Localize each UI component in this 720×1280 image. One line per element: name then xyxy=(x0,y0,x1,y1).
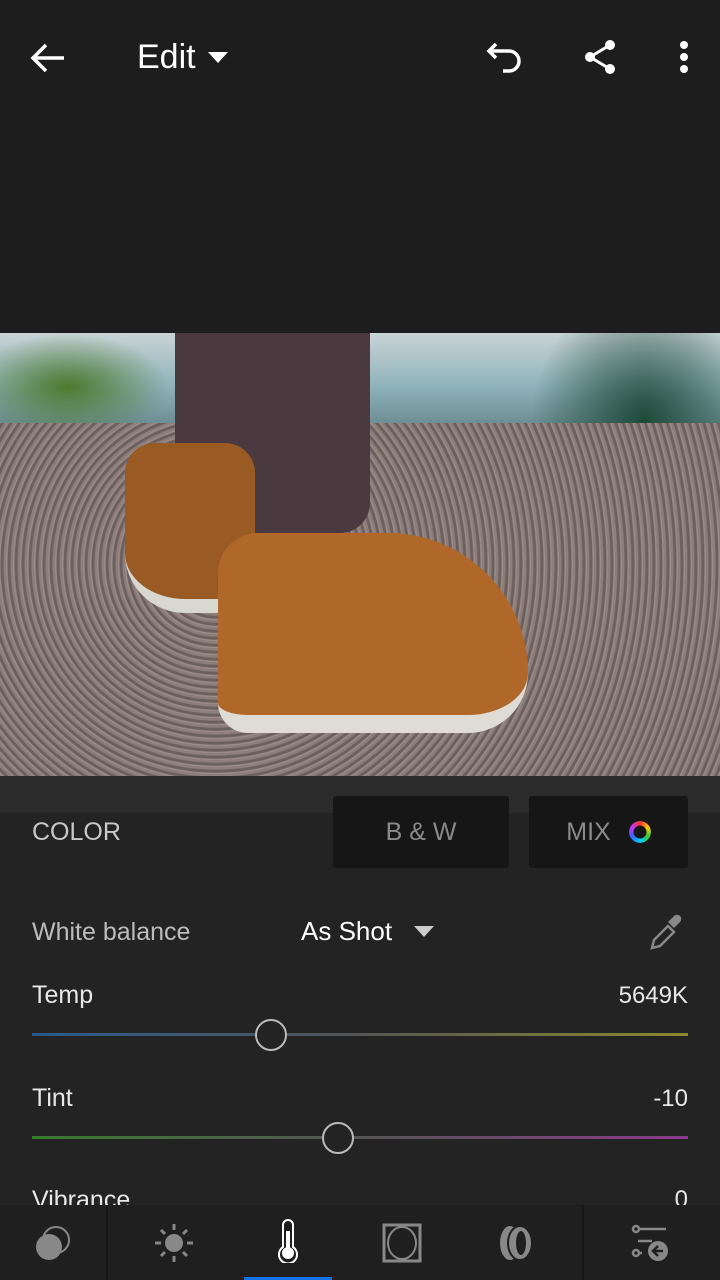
tint-slider[interactable] xyxy=(32,1121,688,1154)
divider xyxy=(582,1205,584,1280)
temp-label: Temp xyxy=(32,981,94,1009)
share-icon[interactable] xyxy=(582,38,618,76)
light-icon xyxy=(155,1223,193,1262)
photo-preview[interactable] xyxy=(0,333,720,776)
temp-value: 5649K xyxy=(618,982,688,1009)
effects-icon xyxy=(382,1223,422,1262)
bottom-toolbar xyxy=(0,1205,720,1280)
temp-slider[interactable] xyxy=(32,1018,688,1051)
eyedropper-icon[interactable] xyxy=(646,912,686,952)
white-balance-dropdown[interactable]: As Shot xyxy=(301,916,435,947)
tint-value: -10 xyxy=(653,1085,688,1112)
tab-presets[interactable] xyxy=(600,1205,700,1280)
color-panel xyxy=(0,813,720,1205)
tab-effects[interactable] xyxy=(358,1205,446,1280)
bw-button[interactable]: B & W xyxy=(333,796,509,868)
white-balance-value: As Shot xyxy=(301,916,393,946)
presets-icon xyxy=(631,1224,668,1261)
selective-icon xyxy=(36,1225,70,1260)
temp-slider-thumb[interactable] xyxy=(255,1018,288,1051)
back-arrow-icon[interactable] xyxy=(28,38,68,78)
bw-label: B & W xyxy=(385,817,457,846)
tab-light[interactable] xyxy=(130,1205,218,1280)
white-balance-label: White balance xyxy=(32,918,191,946)
edit-mode-dropdown[interactable]: Edit xyxy=(137,38,228,77)
tint-label: Tint xyxy=(32,1084,73,1112)
page-title: Edit xyxy=(137,38,196,76)
more-vertical-icon[interactable] xyxy=(678,40,690,74)
color-icon xyxy=(278,1219,298,1263)
divider xyxy=(106,1205,108,1280)
undo-icon[interactable] xyxy=(486,40,524,74)
tab-color[interactable] xyxy=(244,1205,332,1280)
caret-down-icon xyxy=(207,51,228,63)
trees-left xyxy=(0,333,170,423)
optics-icon xyxy=(500,1224,533,1261)
color-wheel-icon xyxy=(628,821,651,843)
mix-label: MIX xyxy=(566,817,611,846)
tab-selective[interactable] xyxy=(0,1205,106,1280)
tab-optics[interactable] xyxy=(472,1205,560,1280)
mix-button[interactable]: MIX xyxy=(529,796,688,868)
tint-slider-thumb[interactable] xyxy=(322,1121,355,1154)
section-label: COLOR xyxy=(32,818,121,846)
caret-down-icon xyxy=(414,925,435,937)
